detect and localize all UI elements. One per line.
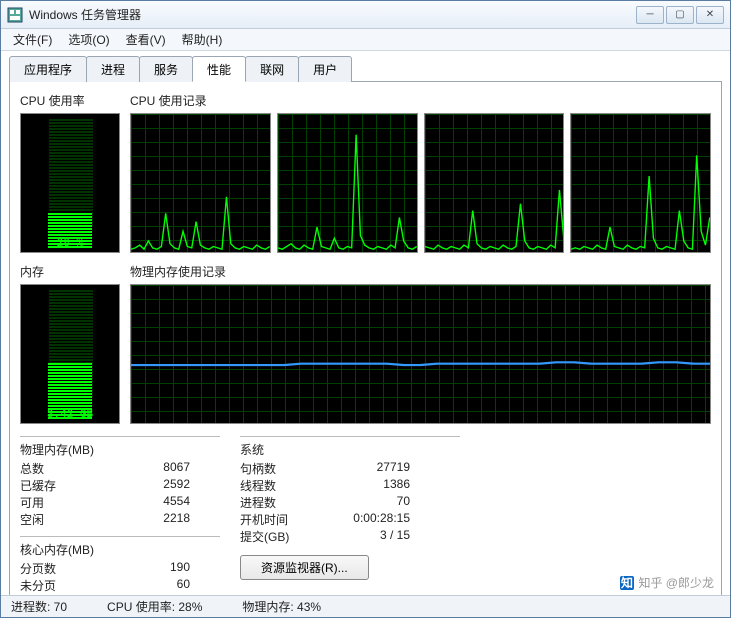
menu-options[interactable]: 选项(O) xyxy=(60,29,117,50)
statusbar: 进程数: 70 CPU 使用率: 28% 物理内存: 43% xyxy=(1,595,730,617)
memory-history-graph xyxy=(130,284,711,424)
cpu-usage-label: CPU 使用率 xyxy=(20,92,120,109)
menubar: 文件(F) 选项(O) 查看(V) 帮助(H) xyxy=(1,29,730,51)
phys-mem-history-label: 物理内存使用记录 xyxy=(130,263,711,280)
system-commit: 3 / 15 xyxy=(310,528,410,545)
window-title: Windows 任务管理器 xyxy=(29,6,636,23)
physmem-free: 2218 xyxy=(90,511,190,528)
window-controls: ─ ▢ ✕ xyxy=(636,6,724,24)
close-button[interactable]: ✕ xyxy=(696,6,724,24)
kernel-header: 核心内存(MB) xyxy=(20,541,220,558)
watermark: 知 知乎 @郎少龙 xyxy=(620,574,714,591)
system-handles: 27719 xyxy=(310,460,410,477)
status-memory: 物理内存: 43% xyxy=(242,598,321,615)
app-icon xyxy=(7,7,23,23)
system-header: 系统 xyxy=(240,441,460,458)
tab-networking[interactable]: 联网 xyxy=(245,56,299,82)
status-cpu: CPU 使用率: 28% xyxy=(107,598,202,615)
memory-gauge: 3.42 GB xyxy=(20,284,120,424)
task-manager-window: Windows 任务管理器 ─ ▢ ✕ 文件(F) 选项(O) 查看(V) 帮助… xyxy=(0,0,731,618)
kernel-paged: 190 xyxy=(90,560,190,577)
tab-applications[interactable]: 应用程序 xyxy=(9,56,87,82)
svg-text:知: 知 xyxy=(620,576,633,590)
tab-processes[interactable]: 进程 xyxy=(86,56,140,82)
zhihu-icon: 知 xyxy=(620,576,634,590)
cpu-core-graph-0 xyxy=(130,113,271,253)
tab-users[interactable]: 用户 xyxy=(298,56,352,82)
tab-services[interactable]: 服务 xyxy=(139,56,193,82)
minimize-button[interactable]: ─ xyxy=(636,6,664,24)
system-processes: 70 xyxy=(310,494,410,511)
cpu-history-label: CPU 使用记录 xyxy=(130,92,711,109)
cpu-gauge-value: 28 % xyxy=(21,238,119,250)
titlebar[interactable]: Windows 任务管理器 ─ ▢ ✕ xyxy=(1,1,730,29)
cpu-core-graph-2 xyxy=(424,113,565,253)
physmem-available: 4554 xyxy=(90,494,190,511)
tab-strip: 应用程序 进程 服务 性能 联网 用户 xyxy=(9,55,722,82)
physmem-header: 物理内存(MB) xyxy=(20,441,220,458)
menu-help[interactable]: 帮助(H) xyxy=(174,29,231,50)
tab-performance[interactable]: 性能 xyxy=(192,56,246,82)
maximize-button[interactable]: ▢ xyxy=(666,6,694,24)
physmem-cached: 2592 xyxy=(90,477,190,494)
cpu-core-graph-1 xyxy=(277,113,418,253)
kernel-nonpaged: 60 xyxy=(90,577,190,594)
memory-gauge-value: 3.42 GB xyxy=(21,409,119,421)
physmem-total: 8067 xyxy=(90,460,190,477)
menu-file[interactable]: 文件(F) xyxy=(5,29,60,50)
status-processes: 进程数: 70 xyxy=(11,598,67,615)
content-area: 应用程序 进程 服务 性能 联网 用户 CPU 使用率 28 % CPU 使用记… xyxy=(1,51,730,605)
performance-panel: CPU 使用率 28 % CPU 使用记录 内存 xyxy=(9,82,722,605)
menu-view[interactable]: 查看(V) xyxy=(118,29,174,50)
system-threads: 1386 xyxy=(310,477,410,494)
cpu-gauge: 28 % xyxy=(20,113,120,253)
cpu-core-graph-3 xyxy=(570,113,711,253)
cpu-history-graphs xyxy=(130,113,711,253)
system-uptime: 0:00:28:15 xyxy=(310,511,410,528)
resource-monitor-button[interactable]: 资源监视器(R)... xyxy=(240,555,369,580)
memory-label: 内存 xyxy=(20,263,120,280)
